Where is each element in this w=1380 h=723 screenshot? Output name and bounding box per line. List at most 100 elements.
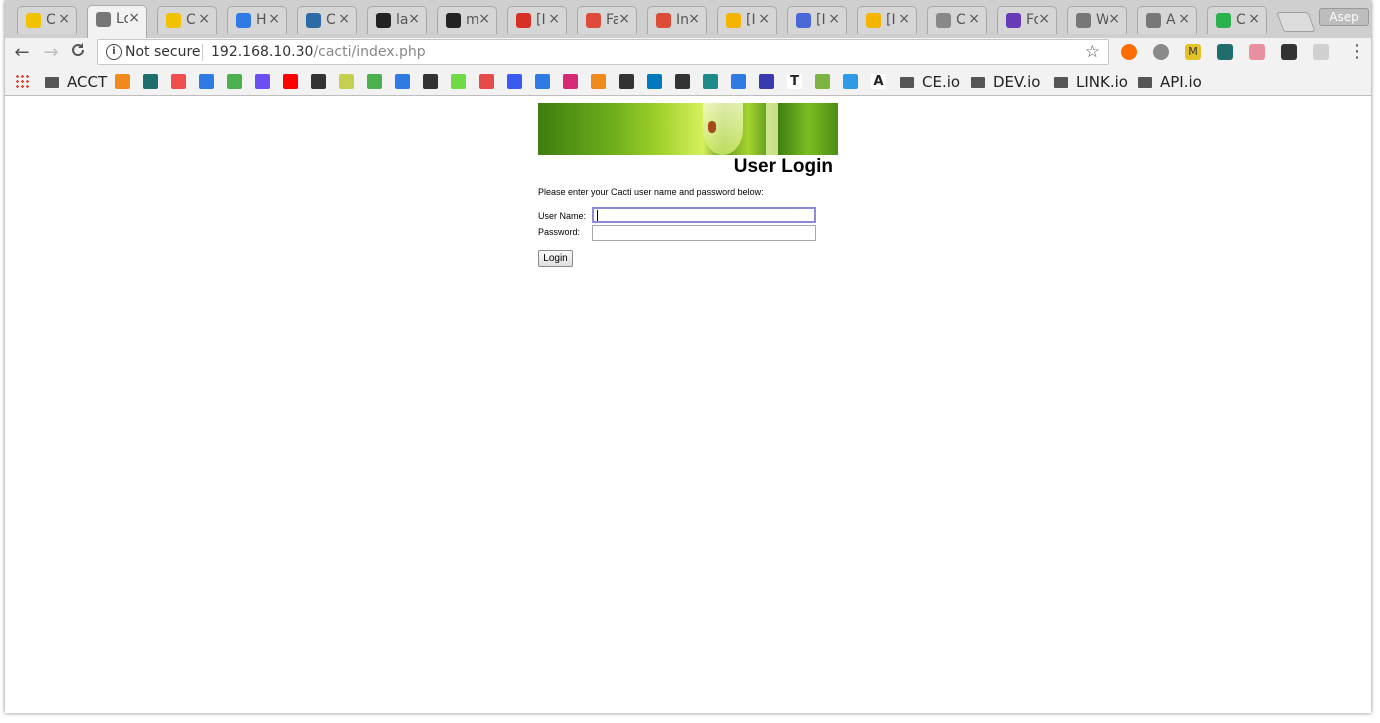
login-button[interactable]: Login <box>538 250 573 267</box>
extension-check-icon[interactable] <box>1217 44 1233 60</box>
tab-close-icon[interactable]: × <box>828 11 840 27</box>
info-icon[interactable]: i <box>106 44 122 60</box>
extension-disabled-icon[interactable] <box>1313 44 1329 60</box>
page-icon <box>1076 13 1091 28</box>
browser-tab[interactable]: C × <box>927 6 987 34</box>
bm-box-icon[interactable] <box>619 74 634 89</box>
url-text[interactable]: 192.168.10.30/cacti/index.php <box>211 44 426 60</box>
bookmark-folder[interactable]: LINK.io <box>1054 73 1128 91</box>
bookmark-folder-label: DEV.io <box>993 73 1041 91</box>
tab-title: Fo <box>1026 12 1038 28</box>
tab-close-icon[interactable]: × <box>758 11 770 27</box>
bookmark-folder[interactable]: DEV.io <box>971 73 1040 91</box>
tab-close-icon[interactable]: × <box>688 11 700 27</box>
bm-t-icon[interactable]: T <box>787 74 802 89</box>
tab-close-icon[interactable]: × <box>618 11 630 27</box>
bookmark-star-icon[interactable]: ☆ <box>1085 42 1100 62</box>
tab-close-icon[interactable]: × <box>1178 11 1190 27</box>
browser-tab[interactable]: [I × <box>857 6 917 34</box>
bm-w3-icon[interactable] <box>367 74 382 89</box>
bm-a-icon[interactable]: A <box>871 74 886 89</box>
extension-gray-icon[interactable] <box>1153 44 1169 60</box>
tab-close-icon[interactable]: × <box>1038 11 1050 27</box>
github-icon <box>376 13 391 28</box>
bookmark-folder[interactable]: API.io <box>1138 73 1202 91</box>
extension-orange-icon[interactable] <box>1121 44 1137 60</box>
app-icon <box>1216 13 1231 28</box>
back-button[interactable]: ← <box>11 42 33 64</box>
bm-trello-icon[interactable] <box>647 74 662 89</box>
tab-close-icon[interactable]: × <box>268 11 280 27</box>
bookmark-folder[interactable]: CE.io <box>900 73 960 91</box>
browser-tab[interactable]: In × <box>647 6 707 34</box>
tab-close-icon[interactable]: × <box>478 11 490 27</box>
bm-s-icon[interactable] <box>703 74 718 89</box>
extension-eraser-icon[interactable] <box>1249 44 1265 60</box>
tab-close-icon[interactable]: × <box>548 11 560 27</box>
bm-pocket-icon[interactable] <box>255 74 270 89</box>
address-bar[interactable]: i Not secure 192.168.10.30/cacti/index.p… <box>97 39 1109 65</box>
browser-tab[interactable]: C × <box>17 6 77 34</box>
browser-tab[interactable]: [I × <box>717 6 777 34</box>
tab-close-icon[interactable]: × <box>968 11 980 27</box>
browser-tab[interactable]: A × <box>1137 6 1197 34</box>
bm-play-icon[interactable] <box>675 74 690 89</box>
bm-globe-icon[interactable] <box>535 74 550 89</box>
bm-upwork-icon[interactable] <box>451 74 466 89</box>
browser-tab[interactable]: H × <box>227 6 287 34</box>
browser-tab[interactable]: Fo × <box>997 6 1057 34</box>
tab-close-icon[interactable]: × <box>1108 11 1120 27</box>
security-label[interactable]: Not secure <box>125 44 201 60</box>
bm-check-icon[interactable] <box>143 74 158 89</box>
reload-button[interactable] <box>67 42 89 64</box>
bm-youtube-icon[interactable] <box>283 74 298 89</box>
browser-tab[interactable]: Lo × <box>87 5 147 38</box>
bm-search-icon[interactable] <box>423 74 438 89</box>
bm-emblem-icon[interactable] <box>759 74 774 89</box>
browser-tab[interactable]: W × <box>1067 6 1127 34</box>
bm-power-icon[interactable] <box>395 74 410 89</box>
bm-g-icon[interactable] <box>339 74 354 89</box>
bm-arrow-icon[interactable] <box>507 74 522 89</box>
tab-close-icon[interactable]: × <box>198 11 210 27</box>
extension-crop-icon[interactable] <box>1281 44 1297 60</box>
apps-grid-icon[interactable] <box>15 74 29 88</box>
bm-android-icon[interactable] <box>815 74 830 89</box>
extension-m-icon[interactable]: M <box>1185 44 1201 60</box>
username-input[interactable] <box>592 207 816 223</box>
tab-close-icon[interactable]: × <box>898 11 910 27</box>
profile-button[interactable]: Asep <box>1319 8 1369 26</box>
bm-tiles-icon[interactable] <box>591 74 606 89</box>
bm-share-icon[interactable] <box>115 74 130 89</box>
browser-tab[interactable]: la × <box>367 6 427 34</box>
bm-network-icon[interactable] <box>731 74 746 89</box>
password-input[interactable] <box>592 225 816 241</box>
bm-target-icon[interactable] <box>171 74 186 89</box>
forward-button[interactable]: → <box>40 42 62 64</box>
bookmark-folder-acct[interactable]: ACCT <box>45 73 107 91</box>
browser-tab[interactable]: C × <box>1207 6 1267 34</box>
browser-tab[interactable]: m × <box>437 6 497 34</box>
bm-colorwheel-icon[interactable] <box>479 74 494 89</box>
tab-close-icon[interactable]: × <box>408 11 420 27</box>
tab-close-icon[interactable]: × <box>1248 11 1260 27</box>
browser-tab[interactable]: Fa × <box>577 6 637 34</box>
tab-close-icon[interactable]: × <box>338 11 350 27</box>
bm-ring-icon[interactable] <box>199 74 214 89</box>
new-tab-button[interactable] <box>1276 12 1316 32</box>
browser-menu-icon[interactable]: ⋮ <box>1348 41 1366 62</box>
browser-tab[interactable]: [I × <box>507 6 567 34</box>
tab-title: C <box>326 12 336 28</box>
bm-gear-icon[interactable] <box>843 74 858 89</box>
browser-tab[interactable]: C × <box>297 6 357 34</box>
cacti-icon <box>936 13 951 28</box>
bm-filter-icon[interactable] <box>311 74 326 89</box>
tab-title: C <box>956 12 966 28</box>
browser-tab[interactable]: C × <box>157 6 217 34</box>
tab-close-icon[interactable]: × <box>128 10 140 26</box>
page-content: User Login Please enter your Cacti user … <box>5 96 1371 713</box>
browser-tab[interactable]: [I × <box>787 6 847 34</box>
bm-instagram-icon[interactable] <box>563 74 578 89</box>
tab-close-icon[interactable]: × <box>58 11 70 27</box>
bm-code-icon[interactable] <box>227 74 242 89</box>
